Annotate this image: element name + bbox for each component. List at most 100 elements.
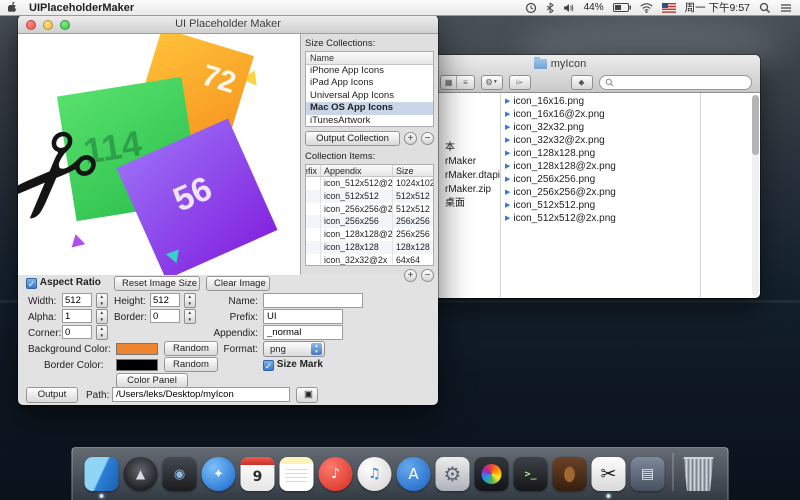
background-color-swatch[interactable] — [116, 343, 158, 355]
collection-item-row[interactable]: icon_256x256256x256 — [306, 215, 433, 228]
volume-icon[interactable] — [563, 2, 575, 14]
add-collection-button[interactable]: + — [404, 132, 417, 145]
border-stepper[interactable]: ▲▼ — [184, 309, 196, 324]
view-mode-segmented-control[interactable]: ▦ ≡ — [440, 75, 475, 90]
height-field[interactable] — [150, 293, 180, 307]
path-field[interactable] — [112, 387, 290, 402]
image-preview-pane[interactable]: 72 114 56 ✂ — [18, 34, 301, 275]
collection-item-row[interactable]: icon_128x128@2x256x256 — [306, 228, 433, 241]
finder-file-row[interactable]: ▶icon_512x512@2x.png — [501, 212, 700, 225]
minimize-button[interactable] — [43, 20, 53, 30]
collection-item-row[interactable]: icon_256x256@2x512x512 — [306, 203, 433, 216]
format-label: Format: — [214, 344, 258, 355]
finder-file-row[interactable]: ▶icon_256x256@2x.png — [501, 186, 700, 199]
size-collection-row[interactable]: Mac OS App Icons — [306, 102, 433, 114]
collection-item-row[interactable]: icon_32x32@2x64x64 — [306, 254, 433, 266]
size-collection-row[interactable]: iTunesArtwork — [306, 115, 433, 127]
dock-icon-calendar[interactable]: 9 — [241, 457, 275, 491]
dock-icon-finder[interactable] — [85, 457, 119, 491]
search-field[interactable] — [599, 75, 753, 90]
finder-file-row[interactable]: ▶icon_128x128@2x.png — [501, 160, 700, 173]
background-random-button[interactable]: Random — [164, 341, 218, 356]
wifi-icon[interactable] — [640, 3, 653, 13]
icon-view-icon[interactable]: ▦ — [441, 76, 457, 89]
notification-center-icon[interactable] — [780, 3, 792, 13]
dock-icon-safari[interactable]: ✦ — [202, 457, 236, 491]
battery-icon[interactable] — [613, 3, 631, 12]
size-column-header[interactable]: Size — [393, 165, 433, 176]
collection-item-row[interactable]: icon_128x128128x128 — [306, 241, 433, 254]
column-divider[interactable] — [700, 93, 701, 298]
appendix-column-header[interactable]: Appendix — [321, 165, 393, 176]
menu-bar-clock[interactable]: 周一 下午9:57 — [685, 0, 750, 15]
scrollbar-thumb[interactable] — [752, 95, 759, 155]
output-collection-button[interactable]: Output Collection — [305, 131, 400, 146]
time-machine-icon[interactable] — [525, 2, 537, 14]
finder-file-row[interactable]: ▶icon_256x256.png — [501, 173, 700, 186]
reset-image-size-button[interactable]: Reset Image Size — [114, 276, 200, 291]
corner-field[interactable] — [62, 325, 92, 339]
spotlight-icon[interactable] — [759, 2, 771, 14]
format-popup[interactable]: png ▲▼ — [263, 341, 325, 357]
aspect-ratio-checkbox[interactable]: ✓ — [26, 278, 37, 289]
size-collection-row[interactable]: Universal App Icons — [306, 90, 433, 102]
dock-icon-app-store[interactable]: A — [397, 457, 431, 491]
dock-icon-launchpad[interactable]: ▲ — [124, 457, 158, 491]
color-panel-button[interactable]: Color Panel — [116, 373, 188, 388]
alpha-field[interactable] — [62, 309, 92, 323]
scrollbar[interactable] — [752, 95, 759, 296]
share-button[interactable]: ⌲ — [509, 75, 531, 90]
finder-file-row[interactable]: ▶icon_16x16.png — [501, 95, 700, 108]
choose-folder-button[interactable]: ▣ — [296, 387, 318, 403]
border-random-button[interactable]: Random — [164, 357, 218, 372]
active-app-name[interactable]: UIPlaceholderMaker — [29, 2, 134, 14]
dock-icon-notes[interactable] — [280, 457, 314, 491]
file-arrow-icon: ▶ — [505, 212, 510, 225]
corner-stepper[interactable]: ▲▼ — [96, 325, 108, 340]
appendix-field[interactable] — [263, 325, 343, 340]
dock-icon-gray-app[interactable]: ▤ — [631, 457, 665, 491]
output-button[interactable]: Output — [26, 387, 78, 403]
finder-file-row[interactable]: ▶icon_32x32.png — [501, 121, 700, 134]
finder-file-row[interactable]: ▶icon_512x512.png — [501, 199, 700, 212]
close-button[interactable] — [26, 20, 36, 30]
dock-icon-coffee-app[interactable]: ● — [553, 457, 587, 491]
clear-image-button[interactable]: Clear Image — [206, 276, 270, 291]
dock-icon-photo-booth[interactable]: ◉ — [163, 457, 197, 491]
dock-icon-itunes[interactable]: ♫ — [358, 457, 392, 491]
tags-button[interactable]: ⬥ — [571, 75, 593, 90]
prefix-field[interactable] — [263, 309, 343, 324]
alpha-stepper[interactable]: ▲▼ — [96, 309, 108, 324]
dock-icon-system-preferences[interactable]: ⚙ — [436, 457, 470, 491]
size-collection-row[interactable]: iPhone App Icons — [306, 65, 433, 77]
name-field[interactable] — [263, 293, 363, 308]
finder-file-row[interactable]: ▶icon_32x32@2x.png — [501, 134, 700, 147]
remove-collection-button[interactable]: − — [421, 132, 434, 145]
prefix-column-header[interactable]: Prefix — [306, 165, 321, 176]
dock-icon-color-app[interactable] — [475, 457, 509, 491]
dock-icon-terminal[interactable]: >_ — [514, 457, 548, 491]
dock-icon-trash[interactable] — [682, 457, 716, 491]
border-color-swatch[interactable] — [116, 359, 158, 371]
finder-file-row[interactable]: ▶icon_16x16@2x.png — [501, 108, 700, 121]
list-view-icon[interactable]: ≡ — [457, 76, 473, 89]
size-collection-row[interactable]: iPad App Icons — [306, 77, 433, 89]
dock-icon-music-red[interactable]: ♪ — [319, 457, 353, 491]
size-collections-header[interactable]: Name — [306, 52, 433, 65]
bluetooth-icon[interactable] — [546, 2, 554, 14]
arrange-button[interactable]: ⚙▼ — [481, 75, 503, 90]
zoom-button[interactable] — [60, 20, 70, 30]
height-stepper[interactable]: ▲▼ — [184, 293, 196, 308]
dock-icon-ui-placeholder-maker[interactable]: ✂ — [592, 457, 626, 491]
calendar-icon: 9 — [241, 457, 275, 491]
apple-menu-icon[interactable] — [8, 1, 19, 14]
collection-item-row[interactable]: icon_512x512@2x1024x1024 — [306, 177, 433, 190]
width-stepper[interactable]: ▲▼ — [96, 293, 108, 308]
finder-file-row[interactable]: ▶icon_128x128.png — [501, 147, 700, 160]
collection-item-row[interactable]: icon_512x512512x512 — [306, 190, 433, 203]
border-field[interactable] — [150, 309, 180, 323]
input-language-flag-icon[interactable] — [662, 3, 676, 13]
size-mark-checkbox[interactable]: ✓ — [263, 360, 274, 371]
app-titlebar[interactable]: UI Placeholder Maker — [18, 15, 438, 34]
width-field[interactable] — [62, 293, 92, 307]
